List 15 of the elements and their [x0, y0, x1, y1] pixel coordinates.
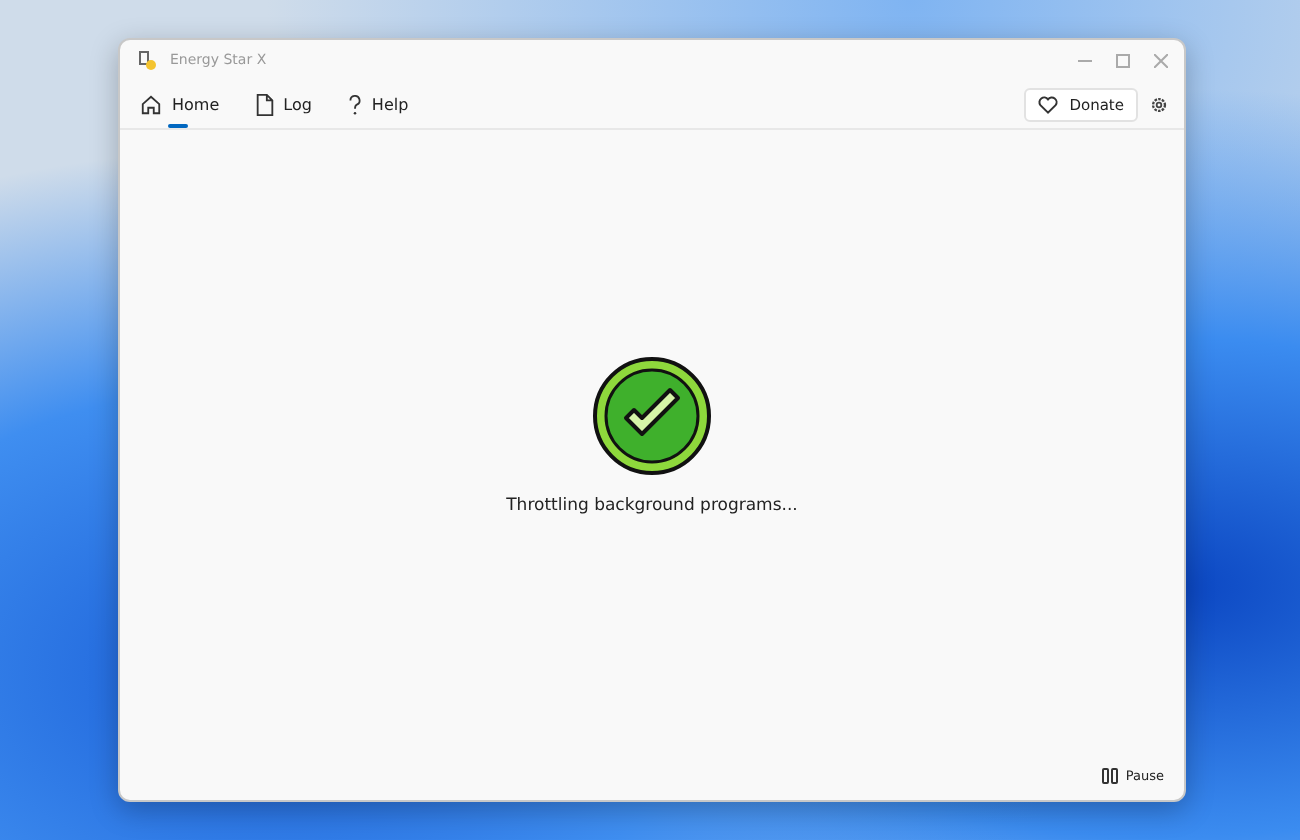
minimize-icon[interactable] — [1078, 59, 1092, 61]
status-text: Throttling background programs... — [506, 495, 798, 515]
home-icon — [140, 93, 162, 115]
pause-icon — [1101, 768, 1118, 784]
nav-tab[interactable]: Help — [347, 87, 425, 121]
heart-icon — [1037, 95, 1058, 113]
nav-tab[interactable]: Home — [140, 87, 236, 121]
app-logo-icon — [136, 49, 158, 71]
close-icon[interactable] — [1154, 53, 1168, 67]
question-icon — [347, 93, 362, 115]
maximize-icon[interactable] — [1116, 53, 1130, 67]
nav-tab[interactable]: Log — [255, 87, 328, 121]
document-icon — [255, 93, 274, 115]
settings-icon[interactable] — [1150, 95, 1168, 113]
checkmark-icon — [592, 355, 712, 475]
